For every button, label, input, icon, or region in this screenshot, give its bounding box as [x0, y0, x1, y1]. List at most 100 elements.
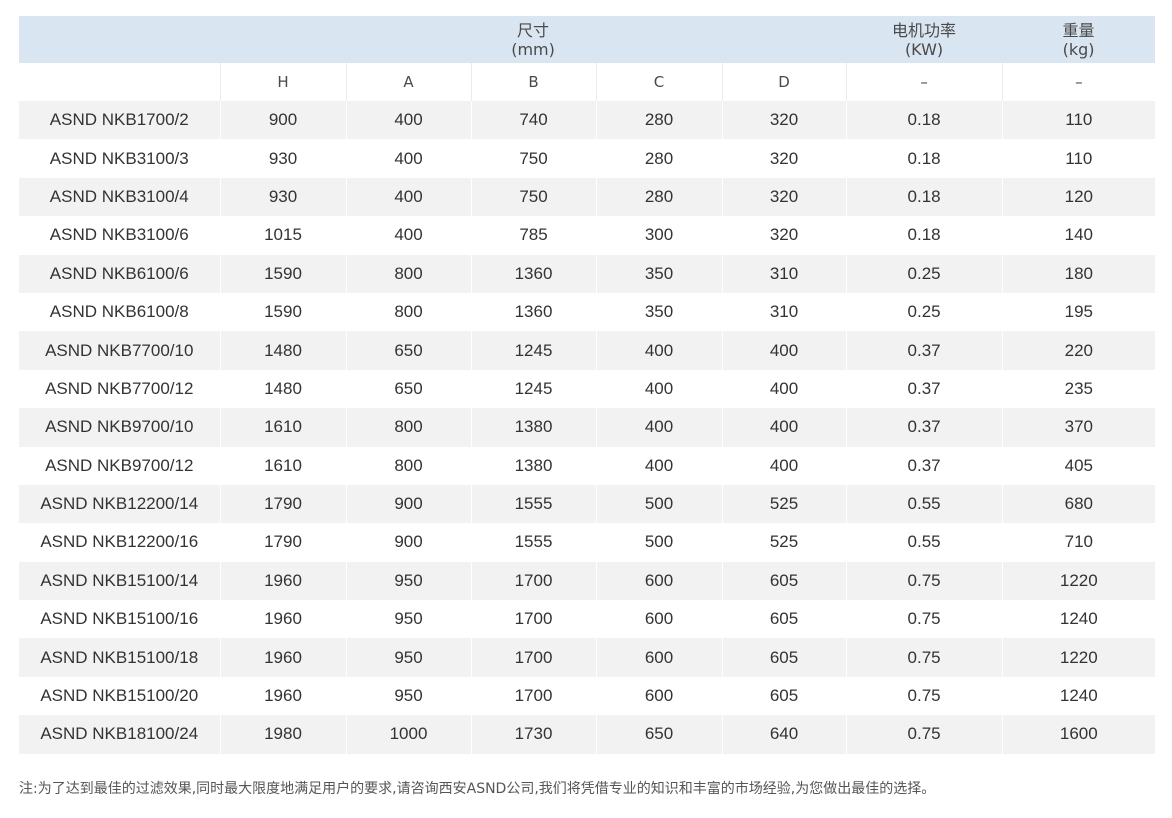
h-cell: 1590	[220, 254, 347, 293]
weight-cell: 110	[1002, 101, 1156, 140]
weight-cell: 120	[1002, 177, 1156, 217]
model-cell: ASND NKB7700/12	[19, 369, 221, 409]
model-cell: ASND NKB12200/16	[19, 523, 221, 562]
c-cell: 400	[596, 331, 723, 370]
subheader-cell: A	[346, 63, 472, 101]
b-cell: 1555	[471, 484, 597, 524]
power-cell: 0.18	[846, 139, 1003, 178]
table-row: ASND NKB6100/8 1590 800 1360 350 310 0.25 195	[19, 292, 1156, 332]
b-cell: 1555	[471, 523, 597, 562]
model-cell: ASND NKB3100/4	[19, 177, 221, 217]
model-cell: ASND NKB9700/12	[19, 446, 221, 485]
header-row: 尺寸 (mm) 电机功率 (KW) 重量 (kg)	[19, 16, 1156, 63]
model-cell: ASND NKB1700/2	[19, 101, 221, 140]
model-cell: ASND NKB9700/10	[19, 408, 221, 447]
d-cell: 400	[722, 331, 847, 370]
h-cell: 1480	[220, 331, 347, 370]
c-cell: 350	[596, 292, 723, 332]
table-row: ASND NKB6100/6 1590 800 1360 350 310 0.25 180	[19, 254, 1156, 293]
table-row: ASND NKB1700/2 900 400 740 280 320 0.18 110	[19, 101, 1156, 140]
a-cell: 900	[346, 484, 472, 524]
power-title: 电机功率	[892, 20, 957, 40]
model-cell: ASND NKB15100/20	[19, 676, 221, 716]
c-cell: 400	[596, 408, 723, 447]
weight-cell: 195	[1002, 292, 1156, 332]
a-cell: 800	[346, 408, 472, 447]
size-title: 尺寸	[517, 20, 550, 40]
power-cell: 0.55	[846, 484, 1003, 524]
a-cell: 800	[346, 292, 472, 332]
header-power-cell: 电机功率 (KW)	[846, 16, 1003, 63]
d-cell: 320	[722, 177, 847, 217]
weight-cell: 110	[1002, 139, 1156, 178]
power-cell: 0.37	[846, 331, 1003, 370]
a-cell: 800	[346, 446, 472, 485]
h-cell: 1960	[220, 561, 347, 601]
model-cell: ASND NKB6100/8	[19, 292, 221, 332]
h-cell: 930	[220, 139, 347, 178]
a-cell: 950	[346, 676, 472, 716]
footnote: 注:为了达到最佳的过滤效果,同时最大限度地满足用户的要求,请咨询西安ASND公司…	[19, 781, 936, 797]
b-cell: 1730	[471, 715, 597, 754]
d-cell: 525	[722, 484, 847, 524]
weight-cell: 680	[1002, 484, 1156, 524]
b-cell: 750	[471, 177, 597, 217]
c-cell: 600	[596, 676, 723, 716]
b-cell: 1700	[471, 676, 597, 716]
a-cell: 650	[346, 369, 472, 409]
d-cell: 310	[722, 292, 847, 332]
h-cell: 1980	[220, 715, 347, 754]
d-cell: 320	[722, 101, 847, 140]
a-cell: 400	[346, 101, 472, 140]
table-row: ASND NKB3100/3 930 400 750 280 320 0.18 110	[19, 139, 1156, 178]
b-cell: 1700	[471, 600, 597, 639]
c-cell: 280	[596, 101, 723, 140]
b-cell: 1380	[471, 408, 597, 447]
power-cell: 0.25	[846, 292, 1003, 332]
spec-table-container: 尺寸 (mm) 电机功率 (KW) 重量 (kg) H A B C D – – …	[19, 16, 1156, 754]
model-cell: ASND NKB15100/14	[19, 561, 221, 601]
d-cell: 310	[722, 254, 847, 293]
power-cell: 0.18	[846, 177, 1003, 217]
d-cell: 400	[722, 446, 847, 485]
weight-unit: (kg)	[1062, 39, 1095, 59]
model-cell: ASND NKB6100/6	[19, 254, 221, 293]
power-cell: 0.18	[846, 216, 1003, 255]
power-cell: 0.75	[846, 715, 1003, 754]
h-cell: 1610	[220, 408, 347, 447]
weight-cell: 220	[1002, 331, 1156, 370]
subheader-cell	[19, 63, 221, 101]
table-row: ASND NKB12200/14 1790 900 1555 500 525 0.55 680	[19, 484, 1156, 524]
d-cell: 640	[722, 715, 847, 754]
weight-title: 重量	[1062, 20, 1095, 40]
table-row: ASND NKB12200/16 1790 900 1555 500 525 0.55 710	[19, 523, 1156, 562]
model-cell: ASND NKB12200/14	[19, 484, 221, 524]
c-cell: 600	[596, 600, 723, 639]
c-cell: 600	[596, 638, 723, 677]
model-cell: ASND NKB7700/10	[19, 331, 221, 370]
d-cell: 525	[722, 523, 847, 562]
b-cell: 1245	[471, 331, 597, 370]
header-model-cell	[19, 16, 220, 63]
d-cell: 320	[722, 139, 847, 178]
h-cell: 1015	[220, 216, 347, 255]
subheader-cell: H	[220, 63, 347, 101]
a-cell: 650	[346, 331, 472, 370]
b-cell: 1245	[471, 369, 597, 409]
table-row: ASND NKB7700/12 1480 650 1245 400 400 0.37 235	[19, 369, 1156, 409]
size-unit: (mm)	[511, 39, 555, 59]
d-cell: 605	[722, 561, 847, 601]
h-cell: 1790	[220, 484, 347, 524]
b-cell: 1360	[471, 254, 597, 293]
table-row: ASND NKB3100/4 930 400 750 280 320 0.18 120	[19, 177, 1156, 217]
h-cell: 930	[220, 177, 347, 217]
power-cell: 0.37	[846, 408, 1003, 447]
table-row: ASND NKB15100/14 1960 950 1700 600 605 0.75 122…	[19, 561, 1156, 601]
weight-cell: 1240	[1002, 600, 1156, 639]
table-row: ASND NKB15100/20 1960 950 1700 600 605 0.75 124…	[19, 676, 1156, 716]
power-cell: 0.37	[846, 446, 1003, 485]
subheader-cell: –	[846, 63, 1003, 101]
c-cell: 650	[596, 715, 723, 754]
c-cell: 280	[596, 139, 723, 178]
model-cell: ASND NKB3100/6	[19, 216, 221, 255]
